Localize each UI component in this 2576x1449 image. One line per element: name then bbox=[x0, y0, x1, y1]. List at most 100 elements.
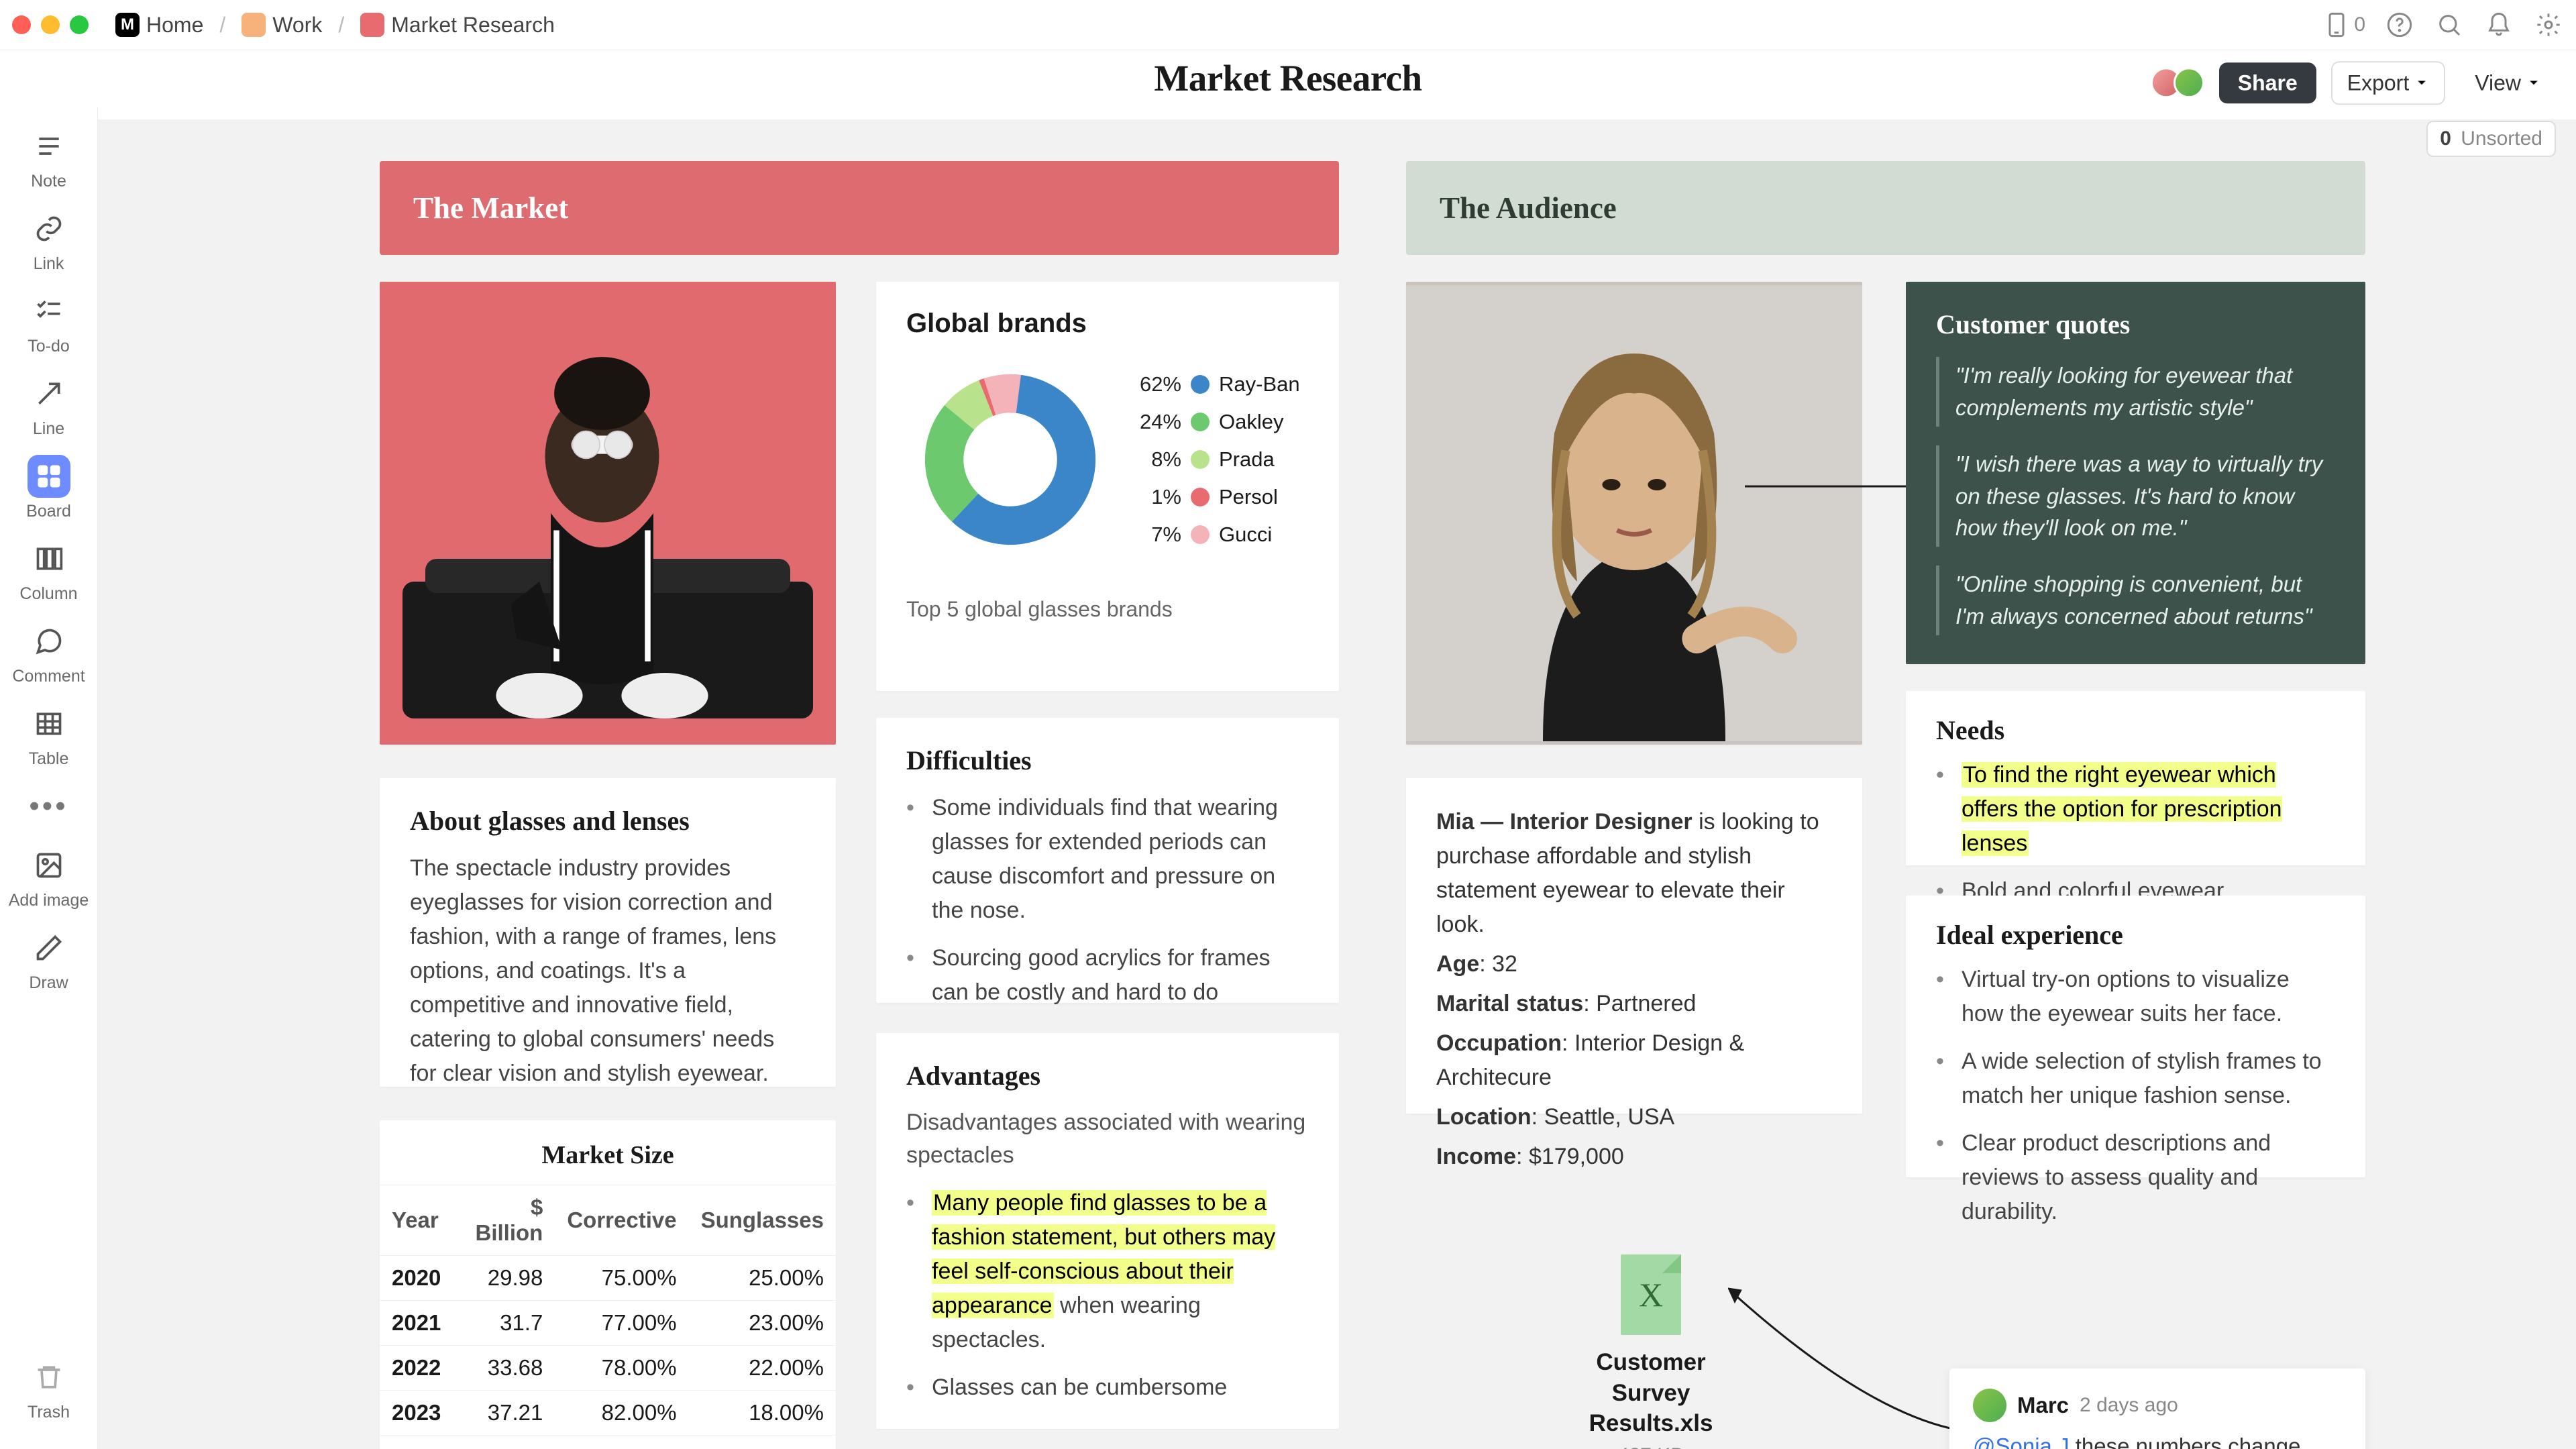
avatar bbox=[2174, 67, 2204, 98]
table-row: 2021 31.7 77.00% 23.00% bbox=[380, 1301, 836, 1346]
card-title: Market Size bbox=[380, 1140, 836, 1170]
tool-trash[interactable]: Trash bbox=[9, 1350, 89, 1429]
tool-label: Draw bbox=[29, 973, 68, 993]
cell-corrective: 78.00% bbox=[555, 1346, 688, 1391]
tool-label: Add image bbox=[9, 891, 89, 910]
cell-billion: 38.2 bbox=[453, 1436, 555, 1449]
list-item: Glasses can be cumbersome bbox=[906, 1371, 1309, 1405]
cell-sunglasses: 18.00% bbox=[689, 1391, 836, 1436]
legend-label: Persol bbox=[1219, 485, 1278, 509]
connector-arrow bbox=[1728, 1275, 1956, 1429]
tool-comment[interactable]: Comment bbox=[9, 614, 89, 693]
notifications-button[interactable] bbox=[2483, 9, 2514, 40]
card-about[interactable]: About glasses and lenses The spectacle i… bbox=[380, 778, 836, 1087]
minimize-window-icon[interactable] bbox=[41, 15, 60, 34]
legend-row: 8%Prada bbox=[1128, 447, 1300, 472]
tool-label: Table bbox=[29, 749, 69, 769]
persona-location: Location: Seattle, USA bbox=[1436, 1100, 1832, 1134]
tool-add-image[interactable]: Add image bbox=[9, 839, 89, 917]
cell-sunglasses: 16.00% bbox=[689, 1436, 836, 1449]
section-header-market[interactable]: The Market bbox=[380, 161, 1339, 255]
cell-corrective: 84.00% bbox=[555, 1436, 688, 1449]
cell-year: 2021 bbox=[380, 1301, 453, 1346]
unsorted-count: 0 bbox=[2440, 127, 2451, 150]
tool-link[interactable]: Link bbox=[9, 202, 89, 280]
maximize-window-icon[interactable] bbox=[70, 15, 89, 34]
page-header-actions: Share Export View bbox=[2159, 61, 2556, 105]
list-item: A wide selection of stylish frames to ma… bbox=[1936, 1044, 2335, 1113]
legend-swatch bbox=[1191, 375, 1210, 394]
card-market-size[interactable]: Market Size Year $ Billion Corrective Su… bbox=[380, 1120, 836, 1449]
share-button[interactable]: Share bbox=[2219, 62, 2316, 103]
tool-more[interactable]: ••• bbox=[9, 780, 89, 835]
table-header: Corrective bbox=[555, 1185, 688, 1256]
legend-pct: 1% bbox=[1128, 485, 1181, 509]
mention-link[interactable]: @Sonia J bbox=[1973, 1434, 2070, 1449]
card-title: About glasses and lenses bbox=[410, 805, 806, 837]
arrow-icon bbox=[34, 379, 64, 409]
cell-billion: 37.21 bbox=[453, 1391, 555, 1436]
tool-line[interactable]: Line bbox=[9, 367, 89, 445]
tool-note[interactable]: Note bbox=[9, 119, 89, 198]
section-header-audience[interactable]: The Audience bbox=[1406, 161, 2365, 255]
tool-column[interactable]: Column bbox=[9, 532, 89, 610]
legend-pct: 7% bbox=[1128, 523, 1181, 547]
card-title: Customer quotes bbox=[1936, 309, 2335, 340]
table-row: 2023 37.21 82.00% 18.00% bbox=[380, 1391, 836, 1436]
legend-label: Ray-Ban bbox=[1219, 372, 1300, 396]
legend-swatch bbox=[1191, 525, 1210, 544]
tool-todo[interactable]: To-do bbox=[9, 284, 89, 363]
comment-card[interactable]: Marc 2 days ago @Sonia J these numbers c… bbox=[1949, 1368, 2365, 1449]
gear-icon bbox=[2535, 11, 2562, 38]
unsorted-label: Unsorted bbox=[2461, 127, 2542, 150]
export-button[interactable]: Export bbox=[2331, 61, 2445, 105]
file-attachment[interactable]: X Customer Survey Results.xls 427 KB bbox=[1560, 1254, 1741, 1449]
close-window-icon[interactable] bbox=[12, 15, 31, 34]
breadcrumb-label: Home bbox=[146, 13, 203, 38]
card-subtitle: Disadvantages associated with wearing sp… bbox=[906, 1106, 1309, 1173]
note-icon bbox=[34, 131, 64, 161]
table-row: 2024 38.2 84.00% 16.00% bbox=[380, 1436, 836, 1449]
card-global-brands[interactable]: Global brands 62%Ray-Ban24%Oakley8%Prada… bbox=[876, 282, 1339, 691]
market-hero-image[interactable] bbox=[380, 282, 836, 745]
search-button[interactable] bbox=[2434, 9, 2465, 40]
presence-avatars[interactable] bbox=[2159, 67, 2204, 98]
unsorted-indicator[interactable]: 0 Unsorted bbox=[2426, 121, 2556, 157]
table-icon bbox=[34, 709, 64, 739]
view-button[interactable]: View bbox=[2460, 62, 2556, 103]
card-customer-quotes[interactable]: Customer quotes "I'm really looking for … bbox=[1906, 282, 2365, 664]
persona-occupation: Occupation: Interior Design & Architecur… bbox=[1436, 1026, 1832, 1095]
persona-age: Age: 32 bbox=[1436, 947, 1832, 981]
image-icon bbox=[34, 851, 64, 880]
settings-button[interactable] bbox=[2533, 9, 2564, 40]
audience-hero-image[interactable] bbox=[1406, 282, 1862, 745]
file-name: Customer Survey Results.xls bbox=[1560, 1347, 1741, 1439]
help-button[interactable] bbox=[2384, 9, 2415, 40]
canvas[interactable]: 0 Unsorted The Market The Audience About… bbox=[98, 107, 2576, 1449]
card-persona[interactable]: Mia — Interior Designer is looking to pu… bbox=[1406, 778, 1862, 1114]
breadcrumb-home[interactable]: M Home bbox=[109, 10, 210, 40]
card-ideal-experience[interactable]: Ideal experience Virtual try-on options … bbox=[1906, 896, 2365, 1177]
donut-chart bbox=[906, 356, 1114, 564]
titlebar: M Home / Work / Market Research 0 bbox=[0, 0, 2576, 50]
page-title: Market Research bbox=[1154, 57, 1421, 99]
breadcrumb-market-research[interactable]: Market Research bbox=[354, 10, 561, 40]
card-difficulties[interactable]: Difficulties Some individuals find that … bbox=[876, 718, 1339, 1003]
card-advantages[interactable]: Advantages Disadvantages associated with… bbox=[876, 1033, 1339, 1429]
legend-label: Gucci bbox=[1219, 523, 1272, 547]
comment-icon bbox=[34, 627, 64, 656]
persona-income: Income: $179,000 bbox=[1436, 1140, 1832, 1174]
search-icon bbox=[2436, 11, 2463, 38]
cell-year: 2022 bbox=[380, 1346, 453, 1391]
card-needs[interactable]: Needs To find the right eyewear which of… bbox=[1906, 691, 2365, 865]
tool-board[interactable]: Board bbox=[9, 449, 89, 528]
quote: "I wish there was a way to virtually try… bbox=[1936, 445, 2335, 547]
todo-icon bbox=[34, 297, 64, 326]
breadcrumb-work[interactable]: Work bbox=[235, 10, 329, 40]
tool-table[interactable]: Table bbox=[9, 697, 89, 775]
tool-draw[interactable]: Draw bbox=[9, 921, 89, 1000]
list-item: To find the right eyewear which offers t… bbox=[1936, 758, 2335, 861]
link-icon bbox=[34, 214, 64, 244]
device-indicator[interactable]: 0 bbox=[2323, 11, 2365, 38]
persona-lead: Mia — Interior Designer is looking to pu… bbox=[1436, 805, 1832, 942]
